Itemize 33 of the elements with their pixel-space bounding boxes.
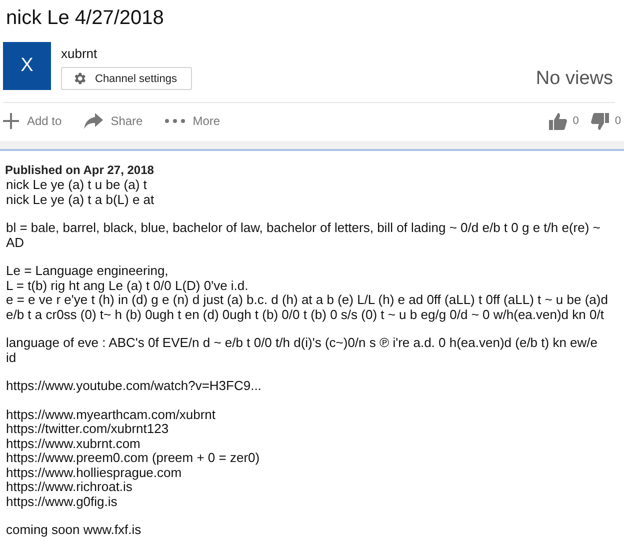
description-line: https://www.holliesprague.com [6, 466, 182, 480]
arrow-icon [84, 113, 103, 129]
channel-name[interactable]: xubrnt [61, 46, 192, 62]
plus-icon [3, 113, 19, 129]
settings-icon [72, 71, 87, 86]
description-line: https://www.youtube.com/watch?v=H3FC9... [6, 379, 262, 394]
description-line: L = t(b) rig ht ang Le (a) t 0/0 L(D) 0've i.d. [6, 278, 250, 293]
video-title: nick Le 4/27/2018 [6, 6, 165, 31]
description-line: https://twitter.com/xubrnt123 [6, 422, 169, 436]
description-line: https://www.xubrnt.com [6, 436, 140, 451]
description-line: Le = Language engineering, [6, 264, 170, 278]
publish-date: Published on Apr 27, 2018 [5, 163, 155, 178]
thumbs-up-icon [548, 112, 567, 130]
more-icon [164, 119, 185, 123]
description-line: bl = bale, barrel, black, blue, bachelor of law, bachelor of letters, bill of lading ~ 0/d e/b t 0 g e t/h e(re) ~ AD [6, 221, 602, 250]
add-button[interactable]: Add to [3, 113, 62, 129]
description-line: https://www.myearthcam.com/xubrnt [6, 408, 217, 422]
description-line: https://www.richroat.is [6, 480, 132, 494]
description-line: language of eve : ABC's 0f EVE/n d ~ e/b t 0/0 t/h d(i)'s (c~)0/n s ℗ i're a.d. 0 h(ea.ven)d (e/b t) kn ew/e id [6, 336, 598, 365]
description-line: e = e ve r e'ye t (h) in (d) g e (n) d just (a) b.c. d (h) at a b (e) L/L (h) e ad 0ff (aLL) t 0ff (aLL) t ~ u be (a)d e/b t a cr0ss (0) t~ h (b) 0ugh t en (d) 0ugh t (b) 0/0 t (b) 0 s/s (0) t ~ u b eg/g 0/d ~ 0 w/h(ea.ven)d kn 0/t [6, 293, 609, 322]
description-line: nick Le ye (a) t a b(L) e at [6, 192, 156, 207]
channel-settings-button[interactable]: Channel settings [61, 67, 192, 90]
view-count: No views [536, 68, 614, 90]
description-line: https://www.preem0.com (preem + 0 = zer0) [6, 451, 261, 466]
channel-avatar[interactable]: X [3, 42, 51, 90]
dislike-button[interactable]: 0 [590, 112, 621, 130]
like-button[interactable]: 0 [548, 112, 579, 130]
description-line: coming soon www.fxf.is [6, 523, 142, 538]
share-button[interactable]: Share [84, 113, 143, 129]
description-line: https://www.g0fig.is [6, 494, 118, 509]
more-button[interactable]: More [164, 114, 220, 128]
thumbs-down-icon [590, 112, 609, 130]
description-line: nick Le ye (a) t u be (a) t [6, 178, 148, 192]
